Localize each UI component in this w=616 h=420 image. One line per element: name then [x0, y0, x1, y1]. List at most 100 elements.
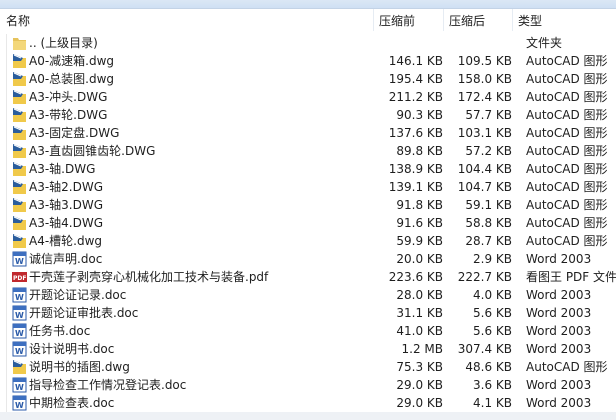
file-name: A3-固定盘.DWG — [29, 126, 120, 140]
file-type: 看图王 PDF 文件 — [526, 270, 616, 284]
file-type: AutoCAD 图形 — [526, 108, 608, 122]
file-row[interactable]: A3-冲头.DWG 211.2 KB 172.4 KB AutoCAD 图形 — [7, 88, 616, 106]
dwg-file-icon — [12, 161, 27, 177]
file-name: 指导检查工作情况登记表.doc — [29, 378, 187, 392]
status-strip — [0, 412, 616, 420]
doc-file-icon: W — [12, 251, 27, 267]
file-type: 文件夹 — [526, 36, 563, 50]
file-row[interactable]: W 设计说明书.doc 1.2 MB 307.4 KB Word 2003 — [7, 340, 616, 358]
dwg-file-icon — [12, 71, 27, 87]
size-before: 31.1 KB — [396, 306, 443, 320]
file-name: .. (上级目录) — [29, 36, 98, 50]
file-name: 中期检查表.doc — [29, 396, 115, 410]
file-row[interactable]: A0-总装图.dwg 195.4 KB 158.0 KB AutoCAD 图形 — [7, 70, 616, 88]
size-after: 5.6 KB — [473, 324, 512, 338]
svg-text:W: W — [15, 257, 24, 266]
file-row[interactable]: A0-减速箱.dwg 146.1 KB 109.5 KB AutoCAD 图形 — [7, 52, 616, 70]
file-name: A3-轴4.DWG — [29, 216, 104, 230]
file-name: A4-槽轮.dwg — [29, 234, 103, 248]
file-name: 开题论证审批表.doc — [29, 306, 139, 320]
file-type: AutoCAD 图形 — [526, 198, 608, 212]
size-after: 58.8 KB — [465, 216, 512, 230]
size-after: 57.7 KB — [465, 108, 512, 122]
dwg-file-icon — [12, 197, 27, 213]
file-row[interactable]: W 任务书.doc 41.0 KB 5.6 KB Word 2003 — [7, 322, 616, 340]
file-row[interactable]: A3-轴4.DWG 91.6 KB 58.8 KB AutoCAD 图形 — [7, 214, 616, 232]
size-after: 307.4 KB — [457, 342, 512, 356]
file-row[interactable]: W 诚信声明.doc 20.0 KB 2.9 KB Word 2003 — [7, 250, 616, 268]
size-before: 89.8 KB — [396, 144, 443, 158]
size-after: 2.9 KB — [473, 252, 512, 266]
size-before: 59.9 KB — [396, 234, 443, 248]
doc-file-icon: W — [12, 377, 27, 393]
size-after: 59.1 KB — [465, 198, 512, 212]
dwg-file-icon — [12, 107, 27, 123]
svg-text:W: W — [15, 329, 24, 338]
dwg-file-icon — [12, 233, 27, 249]
file-type: Word 2003 — [526, 378, 592, 392]
size-after: 104.7 KB — [457, 180, 512, 194]
file-row[interactable]: A3-轴2.DWG 139.1 KB 104.7 KB AutoCAD 图形 — [7, 178, 616, 196]
size-before: 91.8 KB — [396, 198, 443, 212]
file-row[interactable]: .. (上级目录) 文件夹 — [7, 34, 616, 52]
size-after: 4.0 KB — [473, 288, 512, 302]
dwg-file-icon — [12, 125, 27, 141]
column-header-name[interactable]: 名称 — [6, 12, 30, 29]
size-after: 57.2 KB — [465, 144, 512, 158]
file-row[interactable]: A3-固定盘.DWG 137.6 KB 103.1 KB AutoCAD 图形 — [7, 124, 616, 142]
file-name: 干壳莲子剥壳穿心机械化加工技术与装备.pdf — [29, 270, 269, 284]
size-after: 158.0 KB — [457, 72, 512, 86]
file-name: 任务书.doc — [29, 324, 91, 338]
size-before: 90.3 KB — [396, 108, 443, 122]
file-row[interactable]: W 指导检查工作情况登记表.doc 29.0 KB 3.6 KB Word 20… — [7, 376, 616, 394]
file-row[interactable]: 说明书的插图.dwg 75.3 KB 48.6 KB AutoCAD 图形 — [7, 358, 616, 376]
size-after: 104.4 KB — [457, 162, 512, 176]
doc-file-icon: W — [12, 287, 27, 303]
dwg-file-icon — [12, 53, 27, 69]
doc-file-icon: W — [12, 341, 27, 357]
size-before: 28.0 KB — [396, 288, 443, 302]
file-type: Word 2003 — [526, 252, 592, 266]
svg-text:W: W — [15, 311, 24, 320]
column-header-before[interactable]: 压缩前 — [379, 12, 415, 29]
file-row[interactable]: W 开题论证记录.doc 28.0 KB 4.0 KB Word 2003 — [7, 286, 616, 304]
size-before: 138.9 KB — [388, 162, 443, 176]
doc-file-icon: W — [12, 395, 27, 411]
size-after: 103.1 KB — [457, 126, 512, 140]
file-row[interactable]: W 中期检查表.doc 29.0 KB 4.1 KB Word 2003 — [7, 394, 616, 412]
size-after: 3.6 KB — [473, 378, 512, 392]
file-row[interactable]: A3-直齿圆锥齿轮.DWG 89.8 KB 57.2 KB AutoCAD 图形 — [7, 142, 616, 160]
file-name: A3-带轮.DWG — [29, 108, 108, 122]
file-type: AutoCAD 图形 — [526, 216, 608, 230]
file-type: AutoCAD 图形 — [526, 72, 608, 86]
size-before: 195.4 KB — [388, 72, 443, 86]
column-divider[interactable] — [443, 9, 444, 31]
file-row[interactable]: A3-轴.DWG 138.9 KB 104.4 KB AutoCAD 图形 — [7, 160, 616, 178]
column-header-after[interactable]: 压缩后 — [449, 12, 485, 29]
doc-file-icon: W — [12, 323, 27, 339]
svg-text:PDF: PDF — [13, 275, 26, 282]
size-after: 5.6 KB — [473, 306, 512, 320]
file-name: 诚信声明.doc — [29, 252, 103, 266]
file-row[interactable]: W 开题论证审批表.doc 31.1 KB 5.6 KB Word 2003 — [7, 304, 616, 322]
file-type: Word 2003 — [526, 288, 592, 302]
size-after: 4.1 KB — [473, 396, 512, 410]
file-row[interactable]: A4-槽轮.dwg 59.9 KB 28.7 KB AutoCAD 图形 — [7, 232, 616, 250]
file-type: AutoCAD 图形 — [526, 162, 608, 176]
file-row[interactable]: A3-带轮.DWG 90.3 KB 57.7 KB AutoCAD 图形 — [7, 106, 616, 124]
size-after: 222.7 KB — [457, 270, 512, 284]
column-divider[interactable] — [512, 9, 513, 31]
file-type: AutoCAD 图形 — [526, 54, 608, 68]
size-before: 211.2 KB — [388, 90, 443, 104]
file-row[interactable]: A3-轴3.DWG 91.8 KB 59.1 KB AutoCAD 图形 — [7, 196, 616, 214]
svg-text:W: W — [15, 347, 24, 356]
size-after: 28.7 KB — [465, 234, 512, 248]
file-name: A3-轴2.DWG — [29, 180, 104, 194]
size-after: 172.4 KB — [457, 90, 512, 104]
file-type: Word 2003 — [526, 324, 592, 338]
file-name: 开题论证记录.doc — [29, 288, 127, 302]
file-row[interactable]: PDF 干壳莲子剥壳穿心机械化加工技术与装备.pdf 223.6 KB 222.… — [7, 268, 616, 286]
column-header-type[interactable]: 类型 — [518, 12, 542, 29]
column-divider[interactable] — [373, 9, 374, 31]
dwg-file-icon — [12, 143, 27, 159]
